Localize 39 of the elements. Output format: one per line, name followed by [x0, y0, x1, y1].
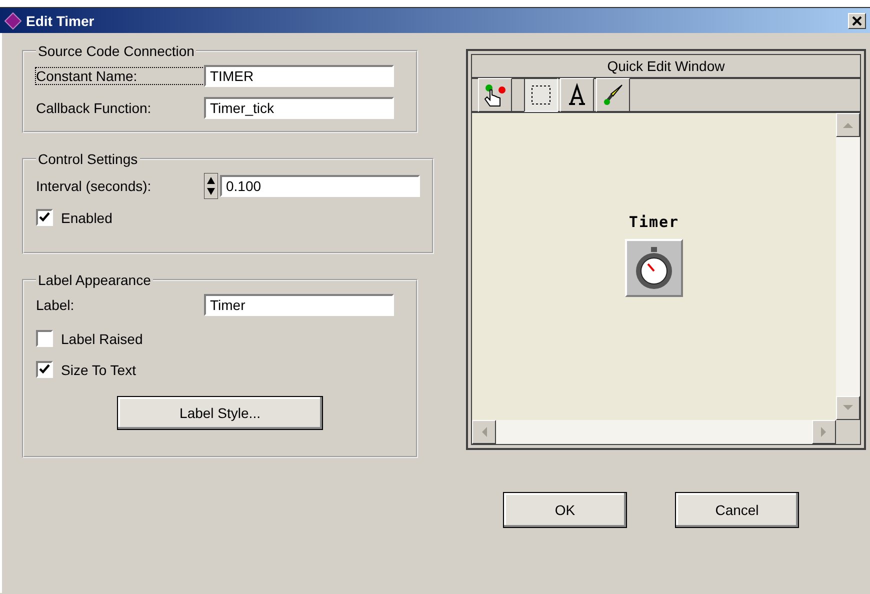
label-style-button[interactable]: Label Style...	[117, 396, 323, 430]
checkbox-label[interactable]: Size To Text	[61, 362, 136, 378]
tool-button[interactable]	[524, 78, 558, 112]
window-title: Edit Timer	[26, 12, 96, 28]
group-title: Control Settings	[37, 151, 139, 167]
selection-icon	[529, 83, 553, 107]
close-icon	[852, 16, 862, 26]
paintbrush-icon	[601, 83, 625, 107]
checkbox[interactable]	[36, 209, 53, 226]
field-label: Label:	[36, 297, 76, 313]
checkbox[interactable]	[36, 330, 53, 347]
down-arrow-icon	[843, 405, 853, 411]
input-field[interactable]: 0.100	[220, 175, 420, 197]
right-arrow-icon	[821, 427, 827, 437]
cancel-button[interactable]: Cancel	[675, 492, 799, 528]
checkbox[interactable]	[36, 361, 53, 378]
app-logo-icon	[4, 12, 22, 30]
group-title: Label Appearance	[37, 272, 152, 288]
left-arrow-icon	[481, 427, 487, 437]
checkbox-label[interactable]: Enabled	[61, 210, 112, 226]
scroll-right-button[interactable]	[812, 420, 836, 444]
scroll-down-button[interactable]	[836, 396, 860, 420]
spinner-arrows-icon[interactable]	[204, 173, 218, 199]
ok-button[interactable]: OK	[503, 492, 627, 528]
field-label: Interval (seconds):	[36, 178, 152, 194]
close-button[interactable]	[848, 12, 866, 28]
scroll-up-button[interactable]	[836, 113, 860, 137]
checkbox-label[interactable]: Label Raised	[61, 330, 143, 346]
input-field[interactable]: Timer	[204, 294, 394, 316]
group-title: Source Code Connection	[37, 43, 196, 59]
field-label: Constant Name:	[36, 68, 204, 84]
input-field[interactable]: TIMER	[204, 65, 394, 87]
up-arrow-icon	[843, 122, 853, 128]
input-field[interactable]: Timer_tick	[204, 97, 394, 119]
scroll-left-button[interactable]	[472, 420, 496, 444]
field-label: Callback Function:	[36, 100, 152, 116]
timer-control[interactable]	[625, 239, 683, 297]
hand-pointer-icon	[482, 82, 508, 108]
control-label: Timer	[628, 213, 680, 231]
